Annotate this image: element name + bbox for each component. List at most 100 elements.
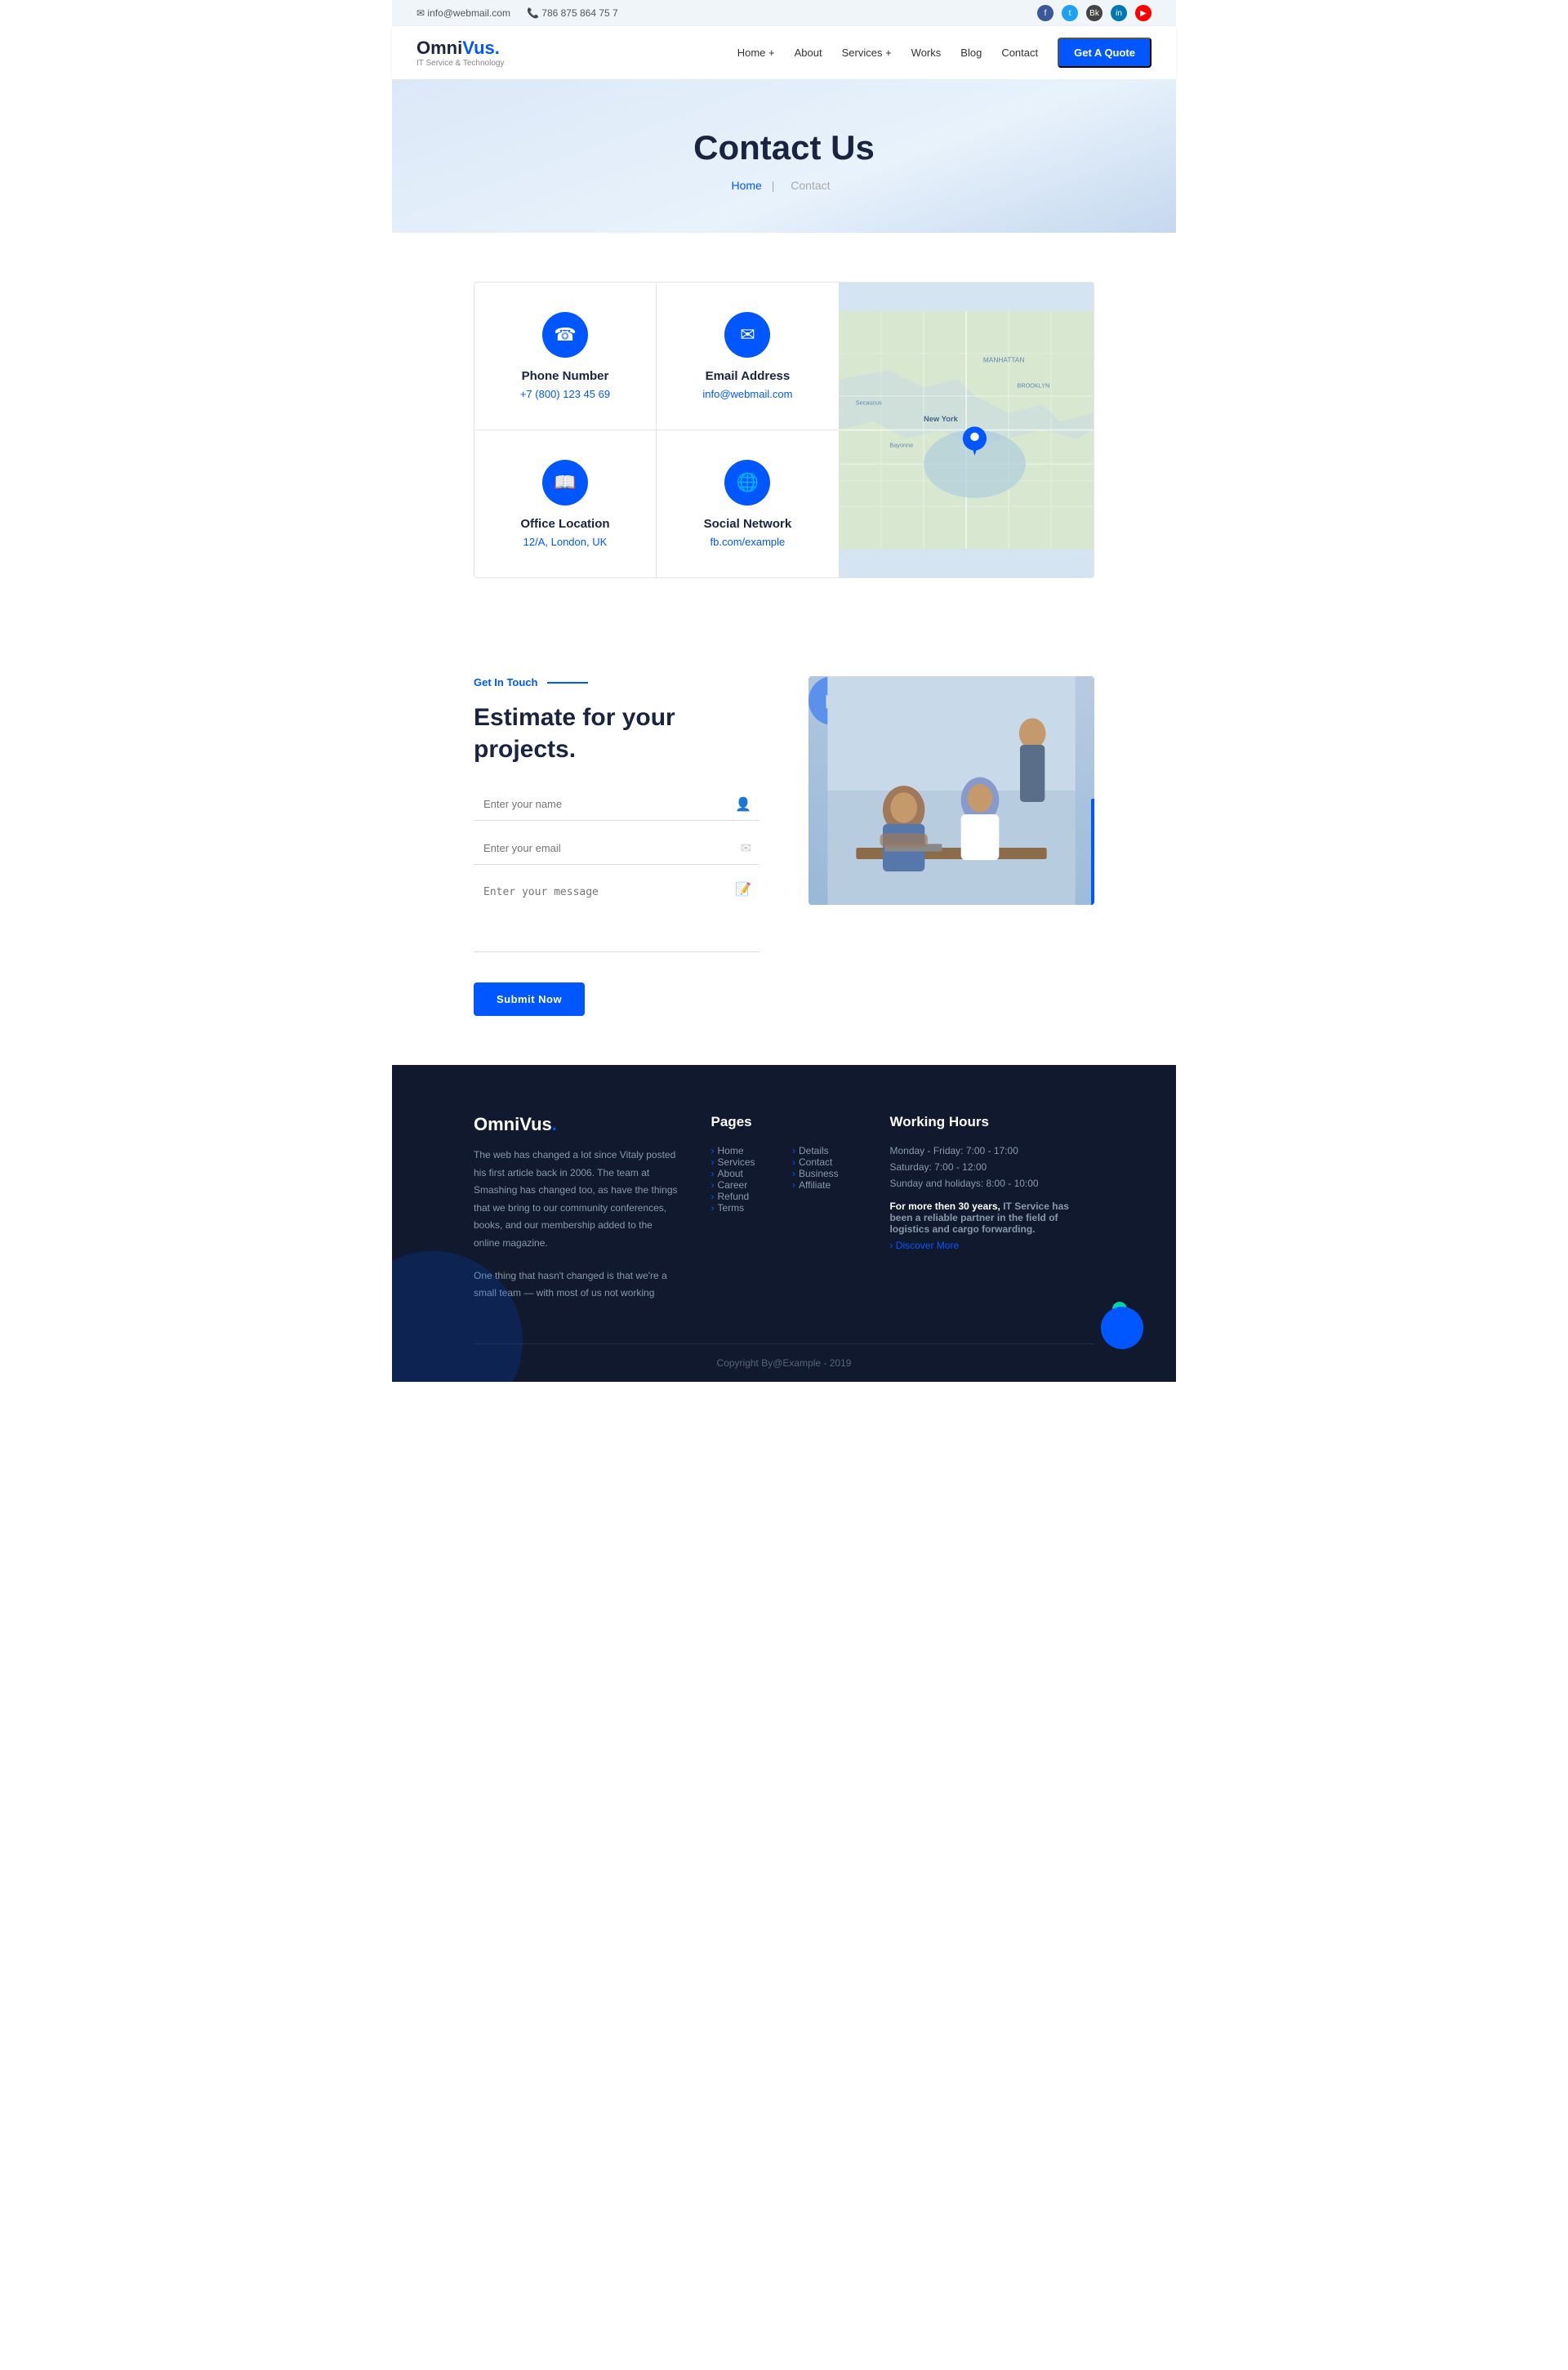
location-icon-circle: 📖 — [542, 460, 588, 506]
message-icon: 📝 — [735, 881, 751, 898]
social-value: fb.com/example — [676, 536, 819, 548]
phone-icon-circle: ☎ — [542, 312, 588, 358]
footer-pages-col1: Home Services About Career Refund Terms — [711, 1145, 776, 1214]
footer-link-home[interactable]: Home — [711, 1145, 776, 1156]
linkedin-icon[interactable]: in — [1111, 5, 1127, 21]
nav-home[interactable]: Home + — [737, 47, 775, 59]
footer-pages-col2: Details Contact Business Affiliate — [792, 1145, 857, 1214]
video-thumbnail[interactable]: ▶ — [808, 676, 1094, 905]
breadcrumb-separator: | — [772, 179, 778, 192]
topbar: ✉ info@webmail.com 📞 786 875 864 75 7 f … — [392, 0, 1176, 26]
footer-bottom: Copyright By@Example - 2019 — [474, 1343, 1094, 1382]
footer-wh-sunday: Sunday and holidays: 8:00 - 10:00 — [889, 1178, 1094, 1189]
location-card: 📖 Office Location 12/A, London, UK — [474, 430, 657, 577]
phone-info: 📞 786 875 864 75 7 — [527, 7, 618, 19]
footer-working-hours-col: Working Hours Monday - Friday: 7:00 - 17… — [889, 1114, 1094, 1303]
email-info: ✉ info@webmail.com — [416, 7, 510, 19]
breadcrumb: Home | Contact — [416, 179, 1152, 192]
email-title: Email Address — [676, 369, 819, 383]
logo[interactable]: OmniVus. IT Service & Technology — [416, 38, 504, 68]
contact-cards: ☎ Phone Number +7 (800) 123 45 69 ✉ Emai… — [474, 283, 839, 577]
footer-discover-link[interactable]: › Discover More — [889, 1240, 1094, 1251]
contact-form: 👤 ✉ 📝 Submit Now — [474, 788, 760, 1016]
video-area: ▶ — [808, 676, 1094, 905]
breadcrumb-home[interactable]: Home — [731, 179, 761, 192]
phone-value: +7 (800) 123 45 69 — [494, 388, 636, 400]
phone-card: ☎ Phone Number +7 (800) 123 45 69 — [474, 283, 657, 430]
email-form-icon: ✉ — [741, 840, 751, 857]
get-quote-button[interactable]: Get A Quote — [1058, 38, 1152, 68]
contact-section: ☎ Phone Number +7 (800) 123 45 69 ✉ Emai… — [392, 233, 1176, 627]
nav-works[interactable]: Works — [911, 47, 942, 59]
hero-banner: Contact Us Home | Contact — [392, 79, 1176, 233]
footer-link-services[interactable]: Services — [711, 1156, 776, 1168]
youtube-icon[interactable]: ▶ — [1135, 5, 1152, 21]
footer: OmniVus. The web has changed a lot since… — [392, 1065, 1176, 1382]
footer-working-hours-title: Working Hours — [889, 1114, 1094, 1130]
nav-about[interactable]: About — [795, 47, 822, 59]
facebook-icon[interactable]: f — [1037, 5, 1054, 21]
page-title: Contact Us — [416, 128, 1152, 167]
footer-circle-decoration-blue — [1101, 1307, 1143, 1349]
social-icons: f t Bk in ▶ — [1037, 5, 1152, 21]
footer-link-about[interactable]: About — [711, 1168, 776, 1179]
estimate-section: Get In Touch Estimate for your projects.… — [392, 627, 1176, 1065]
user-icon: 👤 — [735, 796, 751, 813]
message-field-group: 📝 — [474, 876, 760, 956]
footer-link-affiliate[interactable]: Affiliate — [792, 1179, 857, 1191]
video-accent-bar — [1091, 799, 1094, 905]
nav-services[interactable]: Services + — [842, 47, 892, 59]
header: OmniVus. IT Service & Technology Home + … — [392, 26, 1176, 79]
footer-link-business[interactable]: Business — [792, 1168, 857, 1179]
location-value: 12/A, London, UK — [494, 536, 636, 548]
email-field-group: ✉ — [474, 832, 760, 865]
footer-wh-saturday: Saturday: 7:00 - 12:00 — [889, 1161, 1094, 1173]
breadcrumb-current: Contact — [791, 179, 830, 192]
footer-link-terms[interactable]: Terms — [711, 1202, 776, 1214]
phone-title: Phone Number — [494, 369, 636, 383]
footer-link-contact[interactable]: Contact — [792, 1156, 857, 1168]
footer-grid: OmniVus. The web has changed a lot since… — [474, 1114, 1094, 1343]
nav-blog[interactable]: Blog — [960, 47, 982, 59]
map-svg: MANHATTAN Bayonne BROOKLYN Secaucus New … — [839, 283, 1094, 577]
footer-wh-bold-text: For more then 30 years, IT Service has b… — [889, 1201, 1094, 1235]
footer-about-col: OmniVus. The web has changed a lot since… — [474, 1114, 679, 1303]
footer-pages-grid: Home Services About Career Refund Terms … — [711, 1145, 858, 1214]
submit-button[interactable]: Submit Now — [474, 982, 585, 1016]
logo-name: OmniVus. — [416, 38, 504, 59]
name-input[interactable] — [474, 788, 760, 821]
footer-link-refund[interactable]: Refund — [711, 1191, 776, 1202]
map[interactable]: MANHATTAN Bayonne BROOKLYN Secaucus New … — [839, 283, 1094, 577]
svg-text:MANHATTAN: MANHATTAN — [983, 355, 1025, 363]
footer-wh-monfri: Monday - Friday: 7:00 - 17:00 — [889, 1145, 1094, 1156]
footer-link-details[interactable]: Details — [792, 1145, 857, 1156]
copyright-text: Copyright By@Example - 2019 — [717, 1357, 852, 1369]
social-icon-circle: 🌐 — [724, 460, 770, 506]
email-icon-circle: ✉ — [724, 312, 770, 358]
email-card: ✉ Email Address info@webmail.com — [657, 283, 839, 430]
twitter-icon[interactable]: t — [1062, 5, 1078, 21]
footer-pages-title: Pages — [711, 1114, 858, 1130]
video-scene-svg — [808, 676, 1094, 905]
footer-logo: OmniVus. — [474, 1114, 679, 1135]
footer-pages-col: Pages Home Services About Career Refund … — [711, 1114, 858, 1303]
email-icon: ✉ — [416, 7, 425, 19]
topbar-contact-info: ✉ info@webmail.com 📞 786 875 864 75 7 — [416, 7, 618, 19]
email-input[interactable] — [474, 832, 760, 865]
nav-contact[interactable]: Contact — [1001, 47, 1038, 59]
footer-desc-1: The web has changed a lot since Vitaly p… — [474, 1147, 679, 1253]
location-title: Office Location — [494, 517, 636, 531]
contact-grid: ☎ Phone Number +7 (800) 123 45 69 ✉ Emai… — [474, 282, 1094, 578]
behance-icon[interactable]: Bk — [1086, 5, 1102, 21]
social-card: 🌐 Social Network fb.com/example — [657, 430, 839, 577]
get-in-touch-label: Get In Touch — [474, 676, 760, 688]
estimate-title: Estimate for your projects. — [474, 702, 760, 765]
svg-text:Bayonne: Bayonne — [889, 441, 913, 448]
email-value: info@webmail.com — [676, 388, 819, 400]
message-input[interactable] — [474, 876, 760, 952]
estimate-form-area: Get In Touch Estimate for your projects.… — [474, 676, 760, 1016]
svg-text:New York: New York — [924, 415, 959, 423]
phone-icon: 📞 — [527, 7, 539, 19]
footer-link-career[interactable]: Career — [711, 1179, 776, 1191]
svg-text:Secaucus: Secaucus — [856, 399, 882, 406]
